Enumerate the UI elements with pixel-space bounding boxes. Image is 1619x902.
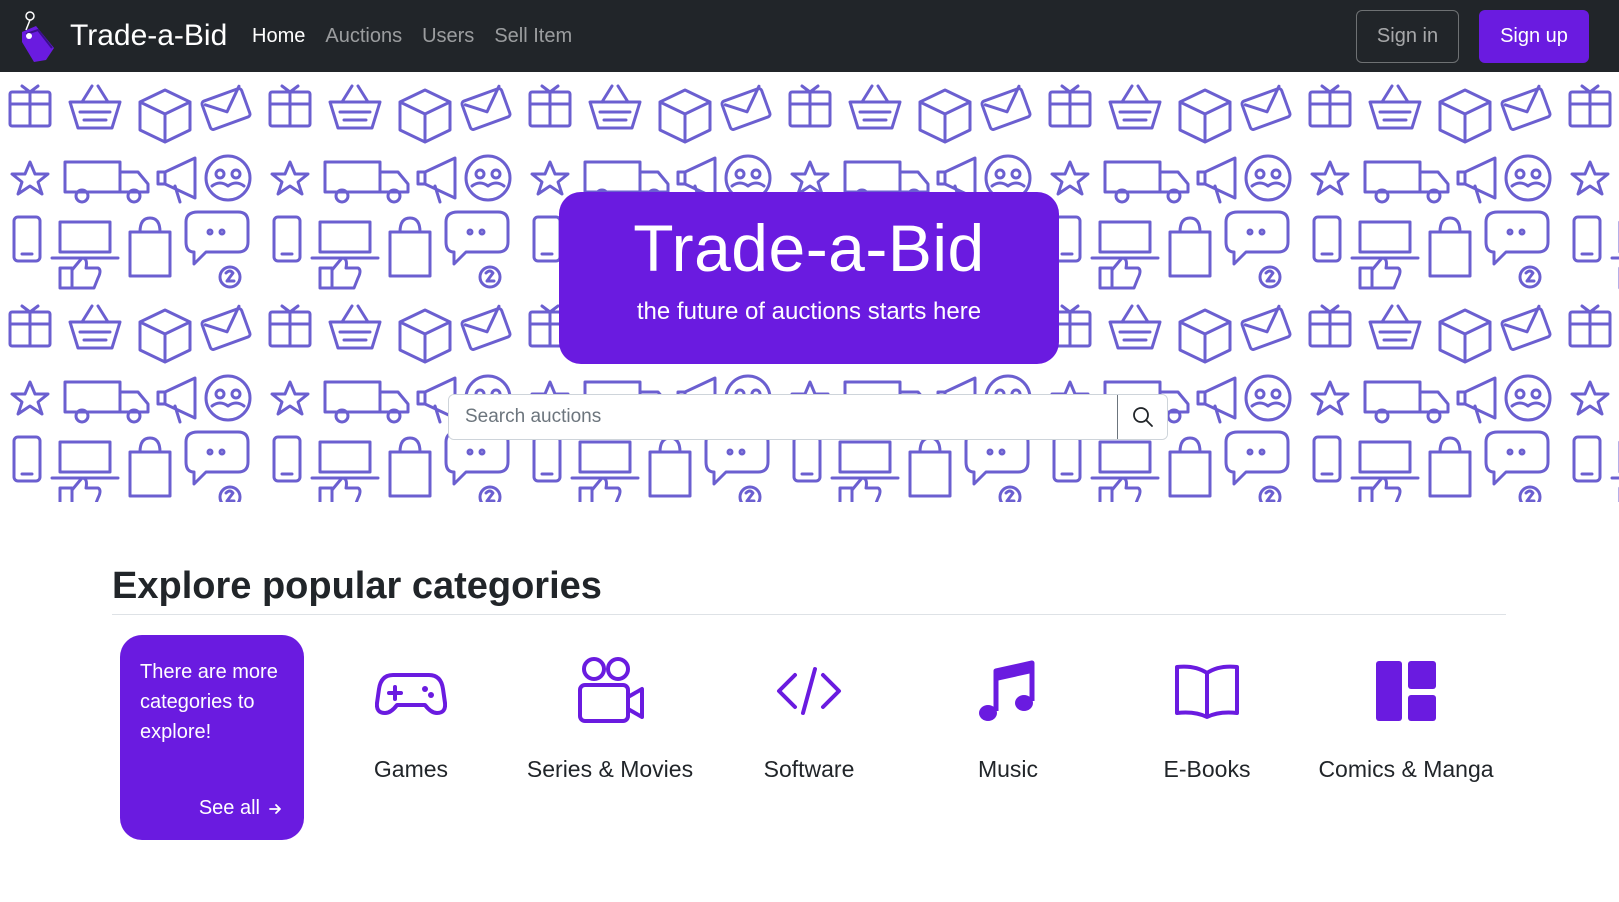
nav-link-sell-item[interactable]: Sell Item <box>494 22 572 50</box>
layout-panels-icon <box>1376 661 1436 721</box>
category-series-movies[interactable]: Series & Movies <box>510 655 710 787</box>
see-all-label: See all <box>198 797 260 819</box>
section-divider <box>112 614 1506 615</box>
more-categories-card: There are more categories to explore! Se… <box>120 635 304 840</box>
search-bar <box>448 394 1168 440</box>
brand-link[interactable]: Trade-a-Bid <box>18 8 227 64</box>
code-icon <box>777 667 841 715</box>
category-software[interactable]: Software <box>709 655 909 787</box>
top-navbar: Trade-a-Bid Home Auctions Users Sell Ite… <box>0 0 1619 72</box>
hero-card: Trade-a-Bid the future of auctions start… <box>559 192 1059 364</box>
hero-subtitle: the future of auctions starts here <box>636 298 982 325</box>
see-all-link[interactable]: See all <box>199 797 282 820</box>
category-label: Series & Movies <box>526 756 694 782</box>
category-music[interactable]: Music <box>908 655 1108 787</box>
categories-heading: Explore popular categories <box>112 565 602 607</box>
music-note-icon <box>979 660 1035 721</box>
video-camera-icon <box>578 657 644 723</box>
nav-link-auctions[interactable]: Auctions <box>325 22 402 50</box>
sign-up-button[interactable]: Sign up <box>1479 10 1589 63</box>
category-games[interactable]: Games <box>311 655 511 787</box>
category-e-books[interactable]: E-Books <box>1107 655 1307 787</box>
nav-link-home[interactable]: Home <box>252 22 305 50</box>
nav-links: Home Auctions Users Sell Item <box>252 22 592 50</box>
category-label: E-Books <box>1163 756 1251 782</box>
category-label: Comics & Manga <box>1318 756 1494 782</box>
search-input[interactable] <box>449 395 1117 439</box>
category-label: Software <box>763 756 855 782</box>
gamepad-icon <box>375 673 447 715</box>
search-button[interactable] <box>1117 395 1167 439</box>
category-label: Music <box>977 756 1039 782</box>
arrow-right-icon <box>269 803 281 814</box>
open-book-icon <box>1175 664 1239 719</box>
more-categories-text: There are more categories to explore! <box>140 661 278 743</box>
price-tag-logo-icon <box>22 11 54 62</box>
sign-in-button[interactable]: Sign in <box>1356 10 1459 63</box>
nav-link-users[interactable]: Users <box>422 22 474 50</box>
category-label: Games <box>373 756 449 782</box>
hero-banner: Trade-a-Bid the future of auctions start… <box>0 72 1619 502</box>
search-icon <box>1132 407 1153 427</box>
hero-title: Trade-a-Bid <box>633 211 985 285</box>
brand-name: Trade-a-Bid <box>70 19 228 52</box>
category-comics-manga[interactable]: Comics & Manga <box>1306 655 1506 787</box>
